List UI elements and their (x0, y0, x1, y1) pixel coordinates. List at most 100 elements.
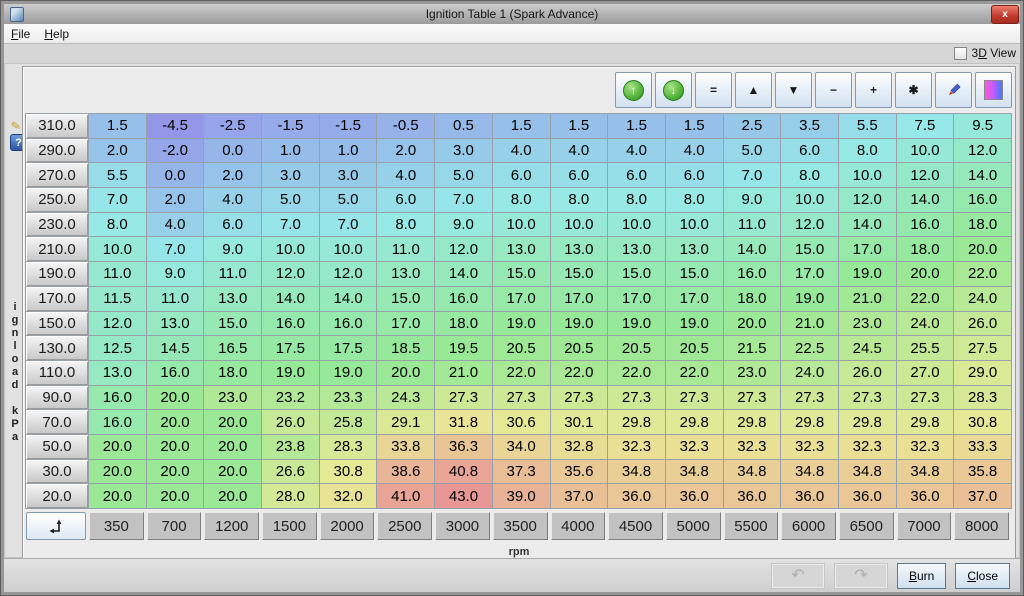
table-cell[interactable]: 19.0 (262, 361, 319, 385)
table-cell[interactable]: 34.8 (839, 460, 896, 484)
table-cell[interactable]: 20.0 (147, 484, 204, 508)
table-cell[interactable]: 20.0 (954, 237, 1011, 261)
table-cell[interactable]: 13.0 (204, 287, 261, 311)
table-cell[interactable]: 13.0 (89, 361, 146, 385)
table-cell[interactable]: 19.0 (493, 312, 550, 336)
table-cell[interactable]: 36.0 (608, 484, 665, 508)
table-cell[interactable]: 11.5 (89, 287, 146, 311)
table-cell[interactable]: 4.0 (666, 139, 723, 163)
table-cell[interactable]: 13.0 (666, 237, 723, 261)
table-cell[interactable]: 10.0 (89, 237, 146, 261)
table-cell[interactable]: 17.0 (551, 287, 608, 311)
table-cell[interactable]: 20.0 (377, 361, 434, 385)
table-cell[interactable]: 2.0 (204, 163, 261, 187)
table-cell[interactable]: 0.5 (435, 114, 492, 138)
column-header-button[interactable]: 5000 (666, 512, 721, 540)
table-cell[interactable]: -1.5 (262, 114, 319, 138)
table-cell[interactable]: 14.0 (897, 188, 954, 212)
table-cell[interactable]: 39.0 (493, 484, 550, 508)
table-cell[interactable]: 19.0 (839, 262, 896, 286)
table-cell[interactable]: 17.0 (608, 287, 665, 311)
table-cell[interactable]: 32.3 (666, 435, 723, 459)
table-cell[interactable]: 18.0 (435, 312, 492, 336)
table-cell[interactable]: 24.0 (897, 312, 954, 336)
shift-values-down-button[interactable]: ↓ (655, 72, 692, 108)
table-cell[interactable]: 20.0 (724, 312, 781, 336)
table-cell[interactable]: 8.0 (551, 188, 608, 212)
table-cell[interactable]: 22.5 (781, 336, 838, 360)
table-cell[interactable]: 12.0 (781, 213, 838, 237)
table-cell[interactable]: 7.0 (89, 188, 146, 212)
table-cell[interactable]: 16.0 (262, 312, 319, 336)
column-header-button[interactable]: 2500 (377, 512, 432, 540)
table-cell[interactable]: 14.0 (724, 237, 781, 261)
row-header-button[interactable]: 50.0 (26, 435, 88, 459)
table-cell[interactable]: 28.3 (954, 386, 1011, 410)
table-cell[interactable]: 22.0 (954, 262, 1011, 286)
table-cell[interactable]: 20.0 (147, 386, 204, 410)
table-cell[interactable]: 2.0 (147, 188, 204, 212)
table-cell[interactable]: 30.8 (320, 460, 377, 484)
table-cell[interactable]: -0.5 (377, 114, 434, 138)
row-header-button[interactable]: 250.0 (26, 188, 88, 212)
table-cell[interactable]: 18.5 (377, 336, 434, 360)
table-cell[interactable]: 20.0 (147, 410, 204, 434)
table-cell[interactable]: 13.0 (377, 262, 434, 286)
table-cell[interactable]: 11.0 (204, 262, 261, 286)
table-cell[interactable]: 8.0 (377, 213, 434, 237)
table-cell[interactable]: 4.0 (204, 188, 261, 212)
table-cell[interactable]: 23.8 (262, 435, 319, 459)
table-cell[interactable]: 32.3 (724, 435, 781, 459)
table-cell[interactable]: 20.0 (204, 435, 261, 459)
column-header-button[interactable]: 6000 (781, 512, 836, 540)
table-cell[interactable]: 7.0 (320, 213, 377, 237)
table-cell[interactable]: 19.0 (781, 287, 838, 311)
row-header-button[interactable]: 150.0 (26, 312, 88, 336)
table-cell[interactable]: 36.0 (897, 484, 954, 508)
3d-view-checkbox[interactable] (954, 47, 967, 60)
table-cell[interactable]: 26.6 (262, 460, 319, 484)
table-cell[interactable]: 32.0 (320, 484, 377, 508)
column-header-button[interactable]: 4500 (608, 512, 663, 540)
table-cell[interactable]: 13.0 (608, 237, 665, 261)
table-cell[interactable]: 16.5 (204, 336, 261, 360)
table-cell[interactable]: 3.0 (320, 163, 377, 187)
table-cell[interactable]: 20.5 (608, 336, 665, 360)
table-cell[interactable]: 36.0 (781, 484, 838, 508)
table-cell[interactable]: 8.0 (839, 139, 896, 163)
table-cell[interactable]: -2.5 (204, 114, 261, 138)
table-cell[interactable]: 15.0 (377, 287, 434, 311)
row-header-button[interactable]: 230.0 (26, 213, 88, 237)
table-cell[interactable]: 0.0 (147, 163, 204, 187)
edit-cell-button[interactable] (935, 72, 972, 108)
column-header-button[interactable]: 3500 (493, 512, 548, 540)
swap-axes-button[interactable] (26, 512, 86, 540)
table-cell[interactable]: 21.0 (435, 361, 492, 385)
table-cell[interactable]: 29.8 (781, 410, 838, 434)
column-header-button[interactable]: 350 (89, 512, 144, 540)
table-cell[interactable]: 20.0 (89, 460, 146, 484)
color-gradient-button[interactable] (975, 72, 1012, 108)
table-cell[interactable]: 9.0 (147, 262, 204, 286)
table-cell[interactable]: 12.0 (89, 312, 146, 336)
table-cell[interactable]: 6.0 (493, 163, 550, 187)
table-cell[interactable]: -4.5 (147, 114, 204, 138)
table-cell[interactable]: 5.0 (262, 188, 319, 212)
table-cell[interactable]: 6.0 (608, 163, 665, 187)
table-cell[interactable]: 38.6 (377, 460, 434, 484)
table-cell[interactable]: 15.0 (204, 312, 261, 336)
row-header-button[interactable]: 170.0 (26, 287, 88, 311)
table-cell[interactable]: 33.8 (377, 435, 434, 459)
table-cell[interactable]: 16.0 (89, 386, 146, 410)
table-cell[interactable]: 0.0 (204, 139, 261, 163)
table-cell[interactable]: 8.0 (493, 188, 550, 212)
table-cell[interactable]: 20.5 (666, 336, 723, 360)
column-header-button[interactable]: 700 (147, 512, 202, 540)
table-cell[interactable]: 26.0 (262, 410, 319, 434)
table-cell[interactable]: 8.0 (608, 188, 665, 212)
table-cell[interactable]: 16.0 (435, 287, 492, 311)
table-cell[interactable]: 17.0 (839, 237, 896, 261)
table-cell[interactable]: 24.0 (954, 287, 1011, 311)
table-cell[interactable]: 17.5 (262, 336, 319, 360)
table-cell[interactable]: 18.0 (897, 237, 954, 261)
